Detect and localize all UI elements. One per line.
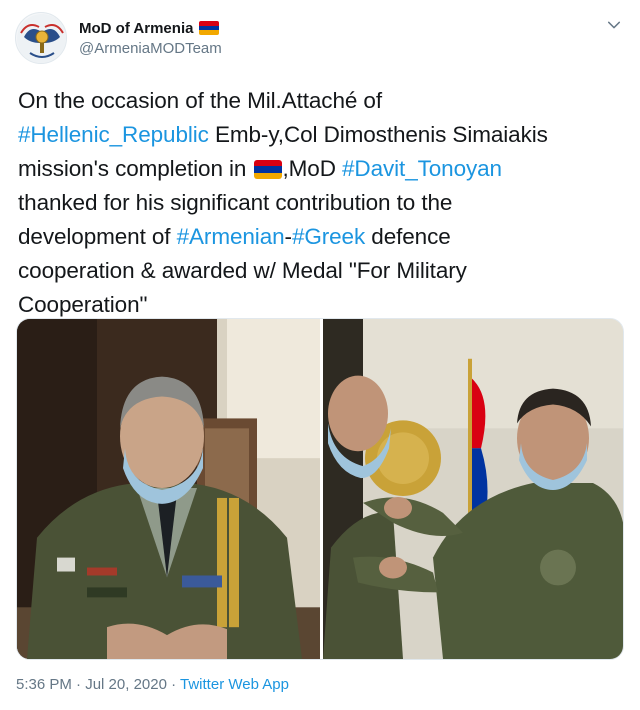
- armenia-flag-icon: [199, 21, 220, 35]
- text-line: mission's completion in ,MoD #Davit_Tono…: [18, 152, 628, 186]
- text-segment: Cooperation": [18, 292, 148, 317]
- hashtag-link[interactable]: #Armenian: [177, 224, 285, 249]
- account-handle[interactable]: @ArmeniaMODTeam: [79, 40, 222, 57]
- text-line: thanked for his significant contribution…: [18, 186, 628, 220]
- text-segment: mission's completion in: [18, 156, 253, 181]
- text-segment: defence: [365, 224, 451, 249]
- armenia-flag-emoji-icon: [253, 160, 282, 179]
- display-name[interactable]: MoD of Armenia: [79, 20, 193, 37]
- more-options-button[interactable]: [603, 14, 625, 36]
- hashtag-link[interactable]: #Davit_Tonoyan: [342, 156, 502, 181]
- photo-left[interactable]: [17, 319, 320, 659]
- ministry-emblem-icon: [17, 14, 66, 63]
- text-segment: -: [284, 224, 293, 249]
- officer-seated-image: [17, 319, 320, 659]
- text-segment: cooperation & awarded w/ Medal "For Mili…: [18, 258, 467, 283]
- meta-separator: ·: [166, 676, 181, 693]
- text-line: development of #Armenian-#Greek defence: [18, 220, 628, 254]
- tweet-header: MoD of Armenia @ArmeniaMODTeam: [15, 12, 625, 68]
- tweet-source-link[interactable]: Twitter Web App: [180, 676, 289, 693]
- text-segment: ,MoD: [282, 156, 343, 181]
- text-line: Cooperation": [18, 288, 628, 322]
- text-line: On the occasion of the Mil.Attaché of: [18, 84, 628, 118]
- text-segment: On the occasion of the Mil.Attaché of: [18, 88, 383, 113]
- hashtag-link[interactable]: #Hellenic_Republic: [18, 122, 209, 147]
- tweet: MoD of Armenia @ArmeniaMODTeam On the oc…: [0, 0, 640, 710]
- name-line[interactable]: MoD of Armenia: [79, 18, 220, 38]
- meta-separator: ·: [71, 676, 86, 693]
- tweet-text: On the occasion of the Mil.Attaché of #H…: [18, 84, 628, 322]
- text-line: cooperation & awarded w/ Medal "For Mili…: [18, 254, 628, 288]
- avatar[interactable]: [15, 12, 67, 64]
- tweet-time[interactable]: 5:36 PM: [16, 676, 72, 693]
- text-segment: development of: [18, 224, 177, 249]
- text-segment: thanked for his significant contribution…: [18, 190, 453, 215]
- tweet-media: [16, 318, 624, 660]
- text-segment: Emb-y,Col Dimosthenis Simaiakis: [208, 122, 548, 147]
- photo-right[interactable]: [323, 319, 623, 659]
- tweet-meta: 5:36 PM · Jul 20, 2020 · Twitter Web App: [16, 676, 289, 693]
- hashtag-link[interactable]: #Greek: [292, 224, 365, 249]
- text-line: #Hellenic_Republic Emb-y,Col Dimosthenis…: [18, 118, 628, 152]
- tweet-date[interactable]: Jul 20, 2020: [85, 676, 167, 693]
- chevron-down-icon: [607, 21, 621, 29]
- medal-ceremony-image: [323, 319, 623, 659]
